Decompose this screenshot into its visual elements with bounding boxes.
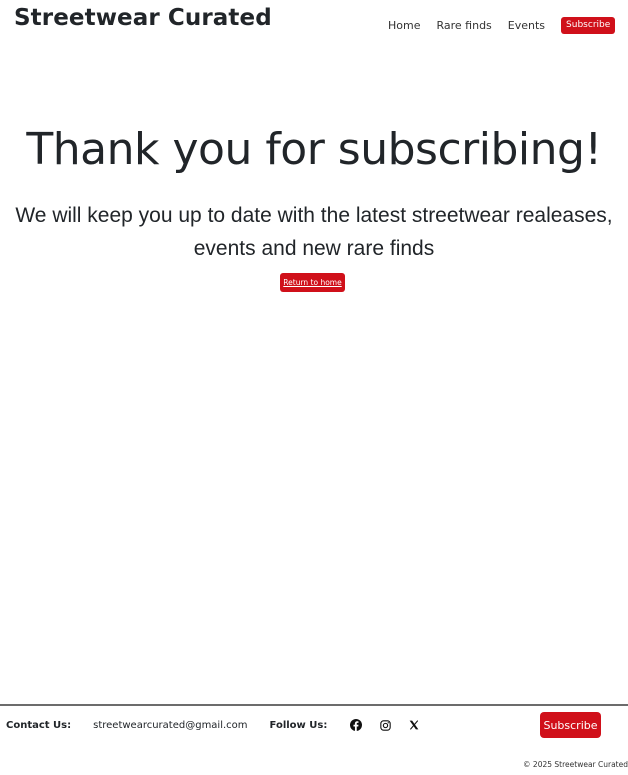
x-icon[interactable]	[407, 718, 421, 732]
brand-logo[interactable]: Streetwear Curated	[14, 5, 272, 31]
contact-email-link[interactable]: streetwearcurated@gmail.com	[93, 720, 247, 731]
page-subtitle: We will keep you up to date with the lat…	[15, 204, 613, 260]
footer-subscribe-button[interactable]: Subscribe	[540, 712, 601, 738]
page-title: Thank you for subscribing!	[26, 124, 602, 175]
facebook-icon[interactable]	[349, 718, 363, 732]
copyright-text: © 2025 Streetwear Curated	[523, 760, 628, 769]
nav-links: Home Rare finds Events Subscribe	[380, 17, 616, 34]
return-home-button[interactable]: Return to home	[280, 273, 345, 292]
nav-link-rare-finds[interactable]: Rare finds	[436, 19, 491, 32]
nav-link-events[interactable]: Events	[508, 19, 545, 32]
footer: Contact Us: streetwearcurated@gmail.com …	[0, 704, 628, 775]
nav-subscribe-button[interactable]: Subscribe	[561, 17, 616, 34]
instagram-icon[interactable]	[378, 718, 392, 732]
social-links	[341, 718, 428, 732]
footer-row: Contact Us: streetwearcurated@gmail.com …	[6, 718, 428, 732]
follow-label: Follow Us:	[269, 719, 328, 731]
navbar: Streetwear Curated Home Rare finds Event…	[0, 0, 628, 52]
nav-link-home[interactable]: Home	[388, 19, 420, 32]
contact-label: Contact Us:	[6, 719, 72, 731]
